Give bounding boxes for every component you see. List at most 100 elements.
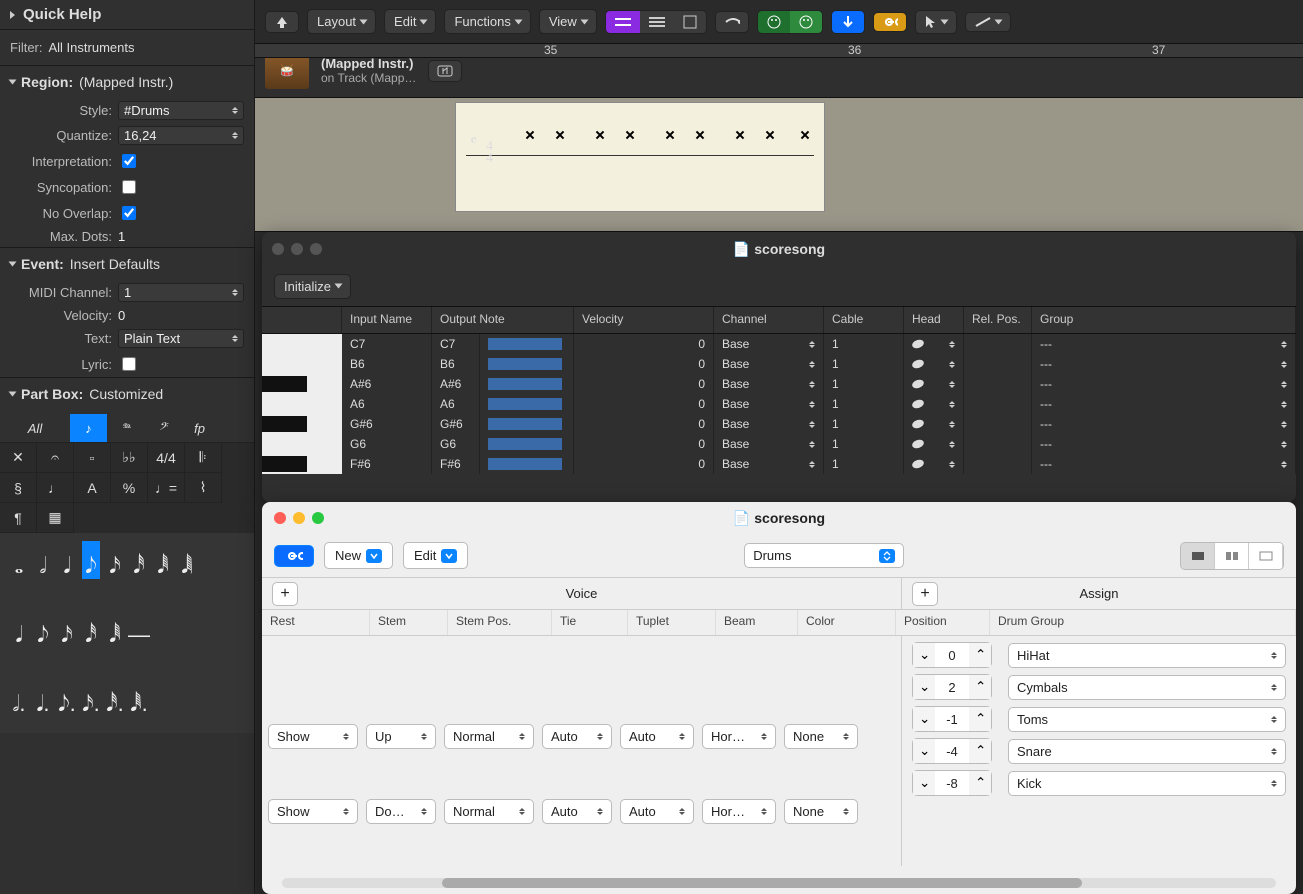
velocity-value[interactable]: 0 <box>574 334 714 354</box>
relpos-value[interactable] <box>964 454 1032 474</box>
position-stepper[interactable]: ⌄2⌃ <box>912 674 992 700</box>
head-select[interactable] <box>904 414 964 434</box>
partbox-tab-clef[interactable]: 𝄢 <box>144 414 181 442</box>
region-section-header[interactable]: Region: (Mapped Instr.) <box>0 65 254 98</box>
velocity-value[interactable]: 0 <box>574 374 714 394</box>
partbox-tab-all[interactable]: All <box>0 414 70 442</box>
col-output[interactable]: Output Note <box>432 307 574 333</box>
quantize-select[interactable]: 16,24 <box>118 126 244 145</box>
page-view-icon[interactable] <box>674 11 706 33</box>
partbox-item[interactable]: ♭♭ <box>111 443 148 473</box>
note-glyph[interactable]: 𝅘𝅥𝅮 <box>34 610 52 648</box>
position-value[interactable]: -4 <box>935 744 969 759</box>
bar-ruler[interactable]: 35 36 37 <box>255 44 1303 58</box>
partbox-item[interactable]: ✕ <box>0 443 37 473</box>
note-glyph[interactable]: 𝅘𝅥 <box>58 541 76 579</box>
cable-value[interactable]: 1 <box>824 454 904 474</box>
col-tuplet[interactable]: Tuplet <box>628 610 716 635</box>
col-cable[interactable]: Cable <box>824 307 904 333</box>
col-relpos[interactable]: Rel. Pos. <box>964 307 1032 333</box>
catch-playhead-icon[interactable] <box>831 10 865 34</box>
output-note[interactable]: C7 <box>432 334 480 354</box>
position-stepper[interactable]: ⌄-8⌃ <box>912 770 992 796</box>
table-row[interactable]: A6A60Base1--- <box>262 394 1296 414</box>
note-glyph[interactable]: 𝅘𝅥 <box>10 610 28 648</box>
cable-value[interactable]: 1 <box>824 374 904 394</box>
staff-style-select[interactable]: Drums <box>744 543 904 568</box>
note-glyph[interactable]: 𝅘𝅥𝅯. <box>82 679 100 717</box>
piano-key[interactable] <box>262 434 342 454</box>
partbox-item[interactable]: ▦ <box>37 503 74 533</box>
head-select[interactable] <box>904 374 964 394</box>
note-glyph[interactable]: — <box>130 610 148 648</box>
channel-select[interactable]: Base <box>714 414 824 434</box>
note-glyph[interactable]: 𝅘𝅥𝅯 <box>106 541 124 579</box>
table-row[interactable]: G#6G#60Base1--- <box>262 414 1296 434</box>
initialize-menu[interactable]: Initialize <box>274 274 351 299</box>
up-button[interactable] <box>265 11 299 33</box>
group-select[interactable]: --- <box>1032 374 1296 394</box>
output-note[interactable]: B6 <box>432 354 480 374</box>
note-glyph[interactable]: 𝅝 <box>10 541 28 579</box>
col-rest[interactable]: Rest <box>262 610 370 635</box>
stepper-down[interactable]: ⌄ <box>913 675 935 699</box>
window-titlebar[interactable]: 📄 scoresong <box>262 232 1296 266</box>
group-select[interactable]: --- <box>1032 454 1296 474</box>
partbox-tab-dyn[interactable]: fp <box>181 414 218 442</box>
relpos-value[interactable] <box>964 434 1032 454</box>
drumgroup-select[interactable]: Cymbals <box>1008 675 1286 700</box>
rest-select[interactable]: Show <box>268 724 358 749</box>
group-select[interactable]: --- <box>1032 394 1296 414</box>
view-mode-segment[interactable] <box>605 10 707 34</box>
input-name[interactable]: A#6 <box>342 374 432 394</box>
score-display[interactable]: 𝄴 44 <box>255 98 1303 232</box>
stepper-up[interactable]: ⌃ <box>969 643 991 667</box>
stepper-up[interactable]: ⌃ <box>969 675 991 699</box>
record-enable-icon[interactable] <box>428 60 462 82</box>
tie-select[interactable]: Auto <box>542 724 612 749</box>
pointer-tool[interactable] <box>915 10 957 34</box>
note-glyph[interactable]: 𝅗𝅥 <box>34 541 52 579</box>
drumgroup-select[interactable]: Snare <box>1008 739 1286 764</box>
single-view-icon[interactable] <box>1181 543 1215 569</box>
stem-select[interactable]: Up <box>366 724 436 749</box>
add-voice-button[interactable]: + <box>272 582 298 606</box>
partbox-item[interactable]: A <box>74 473 111 503</box>
view-menu[interactable]: View <box>539 9 597 34</box>
stempos-select[interactable]: Normal <box>444 724 534 749</box>
dual-view-icon[interactable] <box>1215 543 1249 569</box>
col-stempos[interactable]: Stem Pos. <box>448 610 552 635</box>
note-glyph[interactable]: 𝅘𝅥𝅰. <box>106 679 124 717</box>
output-note[interactable]: G#6 <box>432 414 480 434</box>
tie-select[interactable]: Auto <box>542 799 612 824</box>
channel-select[interactable]: Base <box>714 394 824 414</box>
syncopation-checkbox[interactable] <box>122 180 136 194</box>
input-name[interactable]: F#6 <box>342 454 432 474</box>
partbox-item[interactable]: 𝄐 <box>37 443 74 473</box>
partbox-item[interactable]: 4/4 <box>148 443 185 473</box>
col-stem[interactable]: Stem <box>370 610 448 635</box>
head-select[interactable] <box>904 454 964 474</box>
channel-select[interactable]: Base <box>714 374 824 394</box>
output-note[interactable]: A#6 <box>432 374 480 394</box>
group-select[interactable]: --- <box>1032 354 1296 374</box>
stepper-up[interactable]: ⌃ <box>969 739 991 763</box>
layout-menu[interactable]: Layout <box>307 9 376 34</box>
channel-select[interactable]: Base <box>714 354 824 374</box>
input-name[interactable]: G#6 <box>342 414 432 434</box>
channel-select[interactable]: Base <box>714 434 824 454</box>
note-glyph[interactable]: 𝅘𝅥𝅱. <box>130 679 148 717</box>
velocity-value[interactable]: 0 <box>574 434 714 454</box>
lyric-checkbox[interactable] <box>122 357 136 371</box>
head-select[interactable] <box>904 394 964 414</box>
velocity-value[interactable]: 0 <box>574 394 714 414</box>
rest-select[interactable]: Show <box>268 799 358 824</box>
scrollbar-thumb[interactable] <box>442 878 1082 888</box>
col-color[interactable]: Color <box>798 610 896 635</box>
tuplet-select[interactable]: Auto <box>620 799 694 824</box>
cable-value[interactable]: 1 <box>824 334 904 354</box>
partbox-item[interactable]: ♩= <box>148 473 185 503</box>
note-glyph[interactable]: 𝅘𝅥𝅱 <box>154 541 172 579</box>
note-glyph[interactable]: 𝅘𝅥𝅮. <box>58 679 76 717</box>
midichannel-select[interactable]: 1 <box>118 283 244 302</box>
